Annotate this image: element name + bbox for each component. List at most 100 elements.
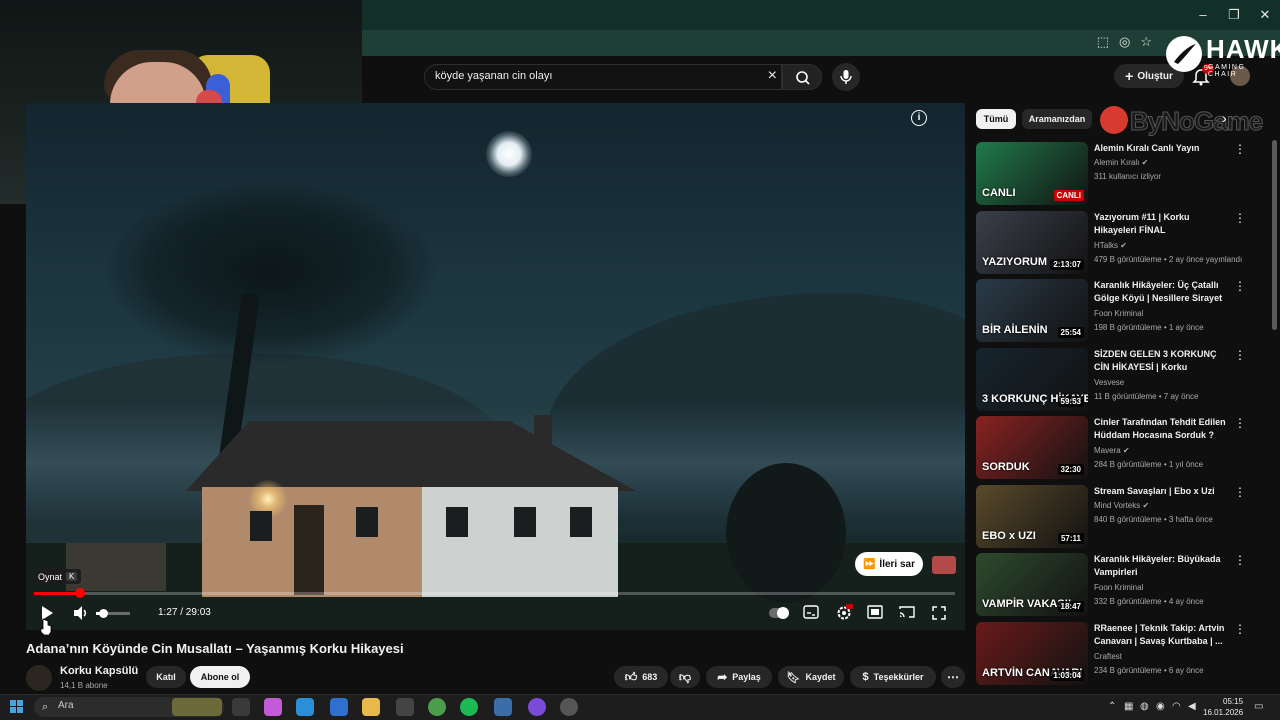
eye-off-icon[interactable]: ◎ — [1119, 34, 1130, 50]
recommendation-item[interactable]: EBO x UZI 57:11 Stream Savaşları | Ebo x U… — [976, 484, 1266, 549]
join-button[interactable]: Katıl — [146, 666, 186, 688]
next-video-thumbnail[interactable] — [932, 556, 956, 574]
install-app-icon[interactable]: ⬚ — [1097, 34, 1109, 50]
thanks-button[interactable]: $ Teşekkürler — [850, 666, 936, 688]
recommendation-thumbnail[interactable]: 3 KORKUNÇ HİKAYE 59:53 — [976, 347, 1088, 411]
more-vertical-icon[interactable]: ⋮ — [1234, 211, 1246, 225]
tray-app-icon[interactable]: ◉ — [1156, 701, 1165, 712]
recommendation-channel[interactable]: HTalks ✔ — [1094, 241, 1127, 250]
recommendation-thumbnail[interactable]: BİR AİLENİN 25:54 — [976, 279, 1088, 342]
recommendation-channel[interactable]: Mind Vorteks ✔ — [1094, 501, 1149, 510]
speaker-icon[interactable]: ◀︎ — [1188, 701, 1196, 712]
recommendation-thumbnail[interactable]: EBO x UZI 57:11 — [976, 484, 1088, 548]
recommendation-thumbnail[interactable]: SORDUK 32:30 — [976, 416, 1088, 479]
tray-app-icon[interactable]: ◍ — [1140, 701, 1149, 712]
video-player[interactable] — [26, 103, 965, 630]
recommendation-item[interactable]: CANLI CANLI Alemin Kıralı Canlı Yayın Alemi… — [976, 142, 1266, 206]
copilot-icon[interactable] — [264, 698, 282, 716]
progress-scrubber[interactable] — [75, 588, 86, 598]
recommendation-item[interactable]: BİR AİLENİN 25:54 Karanlık Hikâyeler: Üç Ç… — [976, 279, 1266, 343]
search-input[interactable]: köyde yaşanan cin olayı × — [424, 64, 782, 90]
like-button[interactable]: 👍︎ 683 — [614, 666, 668, 688]
chrome-icon[interactable] — [428, 698, 446, 716]
volume-icon[interactable] — [72, 605, 90, 621]
wifi-icon[interactable]: ◠ — [1172, 701, 1181, 712]
share-button[interactable]: ➦ Paylaş — [706, 666, 772, 688]
mail-icon[interactable] — [330, 698, 348, 716]
recommendation-channel[interactable]: Foon Kriminal — [1094, 309, 1143, 318]
more-vertical-icon[interactable]: ⋮ — [1234, 622, 1246, 636]
cast-icon[interactable] — [899, 605, 915, 619]
recommendation-item[interactable]: 3 KORKUNÇ HİKAYE 59:53 SİZDEN GELEN 3 KORK… — [976, 347, 1266, 412]
scrollbar[interactable] — [1272, 140, 1277, 330]
recommendation-channel[interactable]: Alemin Kıralı ✔ — [1094, 158, 1148, 167]
fullscreen-icon[interactable] — [931, 605, 947, 621]
recommendation-channel[interactable]: Mavera ✔ — [1094, 446, 1130, 455]
chip-from-search[interactable]: Aramanızdan — [1022, 109, 1092, 129]
recommendation-thumbnail[interactable]: YAZIYORUM 2:13:07 — [976, 210, 1088, 274]
chevron-right-icon[interactable]: › — [1222, 110, 1227, 126]
voice-search-button[interactable] — [832, 63, 860, 91]
clear-search-icon[interactable]: × — [768, 67, 777, 85]
skip-forward-button[interactable]: ⏩ İleri sar — [855, 552, 923, 576]
chip-all[interactable]: Tümü — [976, 109, 1016, 129]
volume-handle[interactable] — [98, 609, 108, 618]
thumbnail-caption: EBO x UZI — [982, 529, 1036, 542]
more-vertical-icon[interactable]: ⋮ — [1234, 279, 1246, 293]
recommendation-channel[interactable]: Craftest — [1094, 652, 1122, 661]
recommendation-channel[interactable]: Foon Kriminal — [1094, 583, 1143, 592]
recommendation-thumbnail[interactable]: VAMPİR VAKASI! 18:47 — [976, 553, 1088, 616]
recommendation-item[interactable]: VAMPİR VAKASI! 18:47 Karanlık Hikâyeler: B… — [976, 553, 1266, 617]
app-icon[interactable] — [494, 698, 512, 716]
spotify-icon[interactable] — [460, 698, 478, 716]
info-icon[interactable]: i — [911, 110, 927, 126]
recommendation-item[interactable]: SORDUK 32:30 Cinler Tarafından Tehdit Edil… — [976, 416, 1266, 480]
recommendation-title[interactable]: Stream Savaşları | Ebo x Uzi — [1094, 485, 1230, 498]
recommendation-title[interactable]: Cinler Tarafından Tehdit Edilen Hüddam H… — [1094, 416, 1230, 442]
more-vertical-icon[interactable]: ⋮ — [1234, 416, 1246, 430]
subtitles-icon[interactable] — [803, 605, 819, 619]
more-vertical-icon[interactable]: ⋮ — [1234, 142, 1246, 156]
search-button[interactable] — [782, 64, 822, 90]
taskbar-clock[interactable]: 05:15 16.01.2026 — [1203, 696, 1243, 718]
video-title: Adana’nın Köyünde Cin Musallatı – Yaşanm… — [26, 641, 404, 656]
more-vertical-icon[interactable]: ⋮ — [1234, 485, 1246, 499]
close-window-button[interactable]: ✕ — [1250, 6, 1280, 24]
recommendation-thumbnail[interactable]: ARTVİN CANAVARI 1:03:04 — [976, 621, 1088, 685]
task-view-icon[interactable] — [232, 698, 250, 716]
file-explorer-icon[interactable] — [362, 698, 380, 716]
notification-center-icon[interactable]: ▭ — [1254, 701, 1263, 712]
recommendation-title[interactable]: RRaenee | Teknik Takip: Artvin Canavarı … — [1094, 622, 1230, 648]
progress-bar[interactable] — [34, 592, 955, 595]
bookmark-star-icon[interactable]: ☆ — [1140, 34, 1152, 50]
recommendation-title[interactable]: SİZDEN GELEN 3 KORKUNÇ CİN HİKAYESİ | Ko… — [1094, 348, 1230, 375]
tray-app-icon[interactable]: ▦ — [1124, 701, 1133, 712]
theater-mode-icon[interactable] — [867, 605, 883, 619]
app-icon[interactable] — [396, 698, 414, 716]
edge-browser-icon[interactable] — [296, 698, 314, 716]
discord-icon[interactable] — [528, 698, 546, 716]
app-icon[interactable] — [560, 698, 578, 716]
more-vertical-icon[interactable]: ⋮ — [1234, 348, 1246, 362]
restore-button[interactable]: ❐ — [1219, 6, 1249, 24]
channel-avatar[interactable] — [26, 665, 52, 691]
recommendation-title[interactable]: Karanlık Hikâyeler: Üç Çatallı Gölge Köy… — [1094, 279, 1230, 306]
subscribe-button[interactable]: Abone ol — [190, 666, 250, 688]
channel-name[interactable]: Korku Kapsülü — [60, 665, 138, 677]
recommendation-item[interactable]: YAZIYORUM 2:13:07 Yazıyorum #11 | Korku Hi… — [976, 210, 1266, 275]
more-vertical-icon[interactable]: ⋮ — [1234, 553, 1246, 567]
dislike-button[interactable]: 👎︎ — [670, 666, 700, 688]
recommendation-title[interactable]: Karanlık Hikâyeler: Büyükada Vampirleri — [1094, 553, 1230, 579]
minimize-button[interactable]: – — [1188, 6, 1218, 24]
more-actions-button[interactable]: ⋯ — [941, 666, 965, 688]
recommendation-title[interactable]: Yazıyorum #11 | Korku Hikayeleri FİNAL — [1094, 211, 1230, 237]
tray-chevron-up-icon[interactable]: ⌃ — [1108, 701, 1116, 712]
settings-gear-icon[interactable] — [835, 604, 853, 622]
recommendation-title[interactable]: Alemin Kıralı Canlı Yayın — [1094, 142, 1230, 155]
recommendation-channel[interactable]: Vesvese — [1094, 378, 1124, 387]
autoplay-toggle-icon[interactable] — [768, 606, 790, 620]
recommendation-thumbnail[interactable]: CANLI CANLI — [976, 142, 1088, 205]
save-button[interactable]: 🔖︎ Kaydet — [778, 666, 844, 688]
recommendation-item[interactable]: ARTVİN CANAVARI 1:03:04 RRaenee | Teknik T… — [976, 621, 1266, 686]
windows-start-icon[interactable] — [10, 700, 24, 714]
